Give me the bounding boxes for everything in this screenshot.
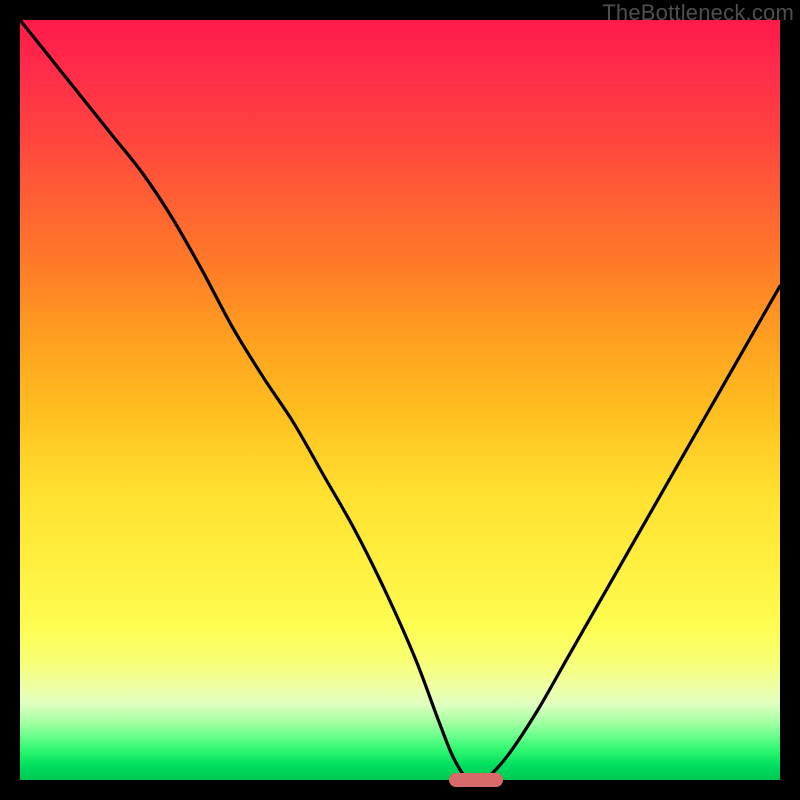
watermark-text: TheBottleneck.com <box>602 0 794 26</box>
plot-area <box>20 20 780 780</box>
chart-container: TheBottleneck.com <box>0 0 800 800</box>
bottleneck-curve <box>20 20 780 780</box>
minimum-marker <box>449 773 503 787</box>
curve-svg <box>20 20 780 780</box>
